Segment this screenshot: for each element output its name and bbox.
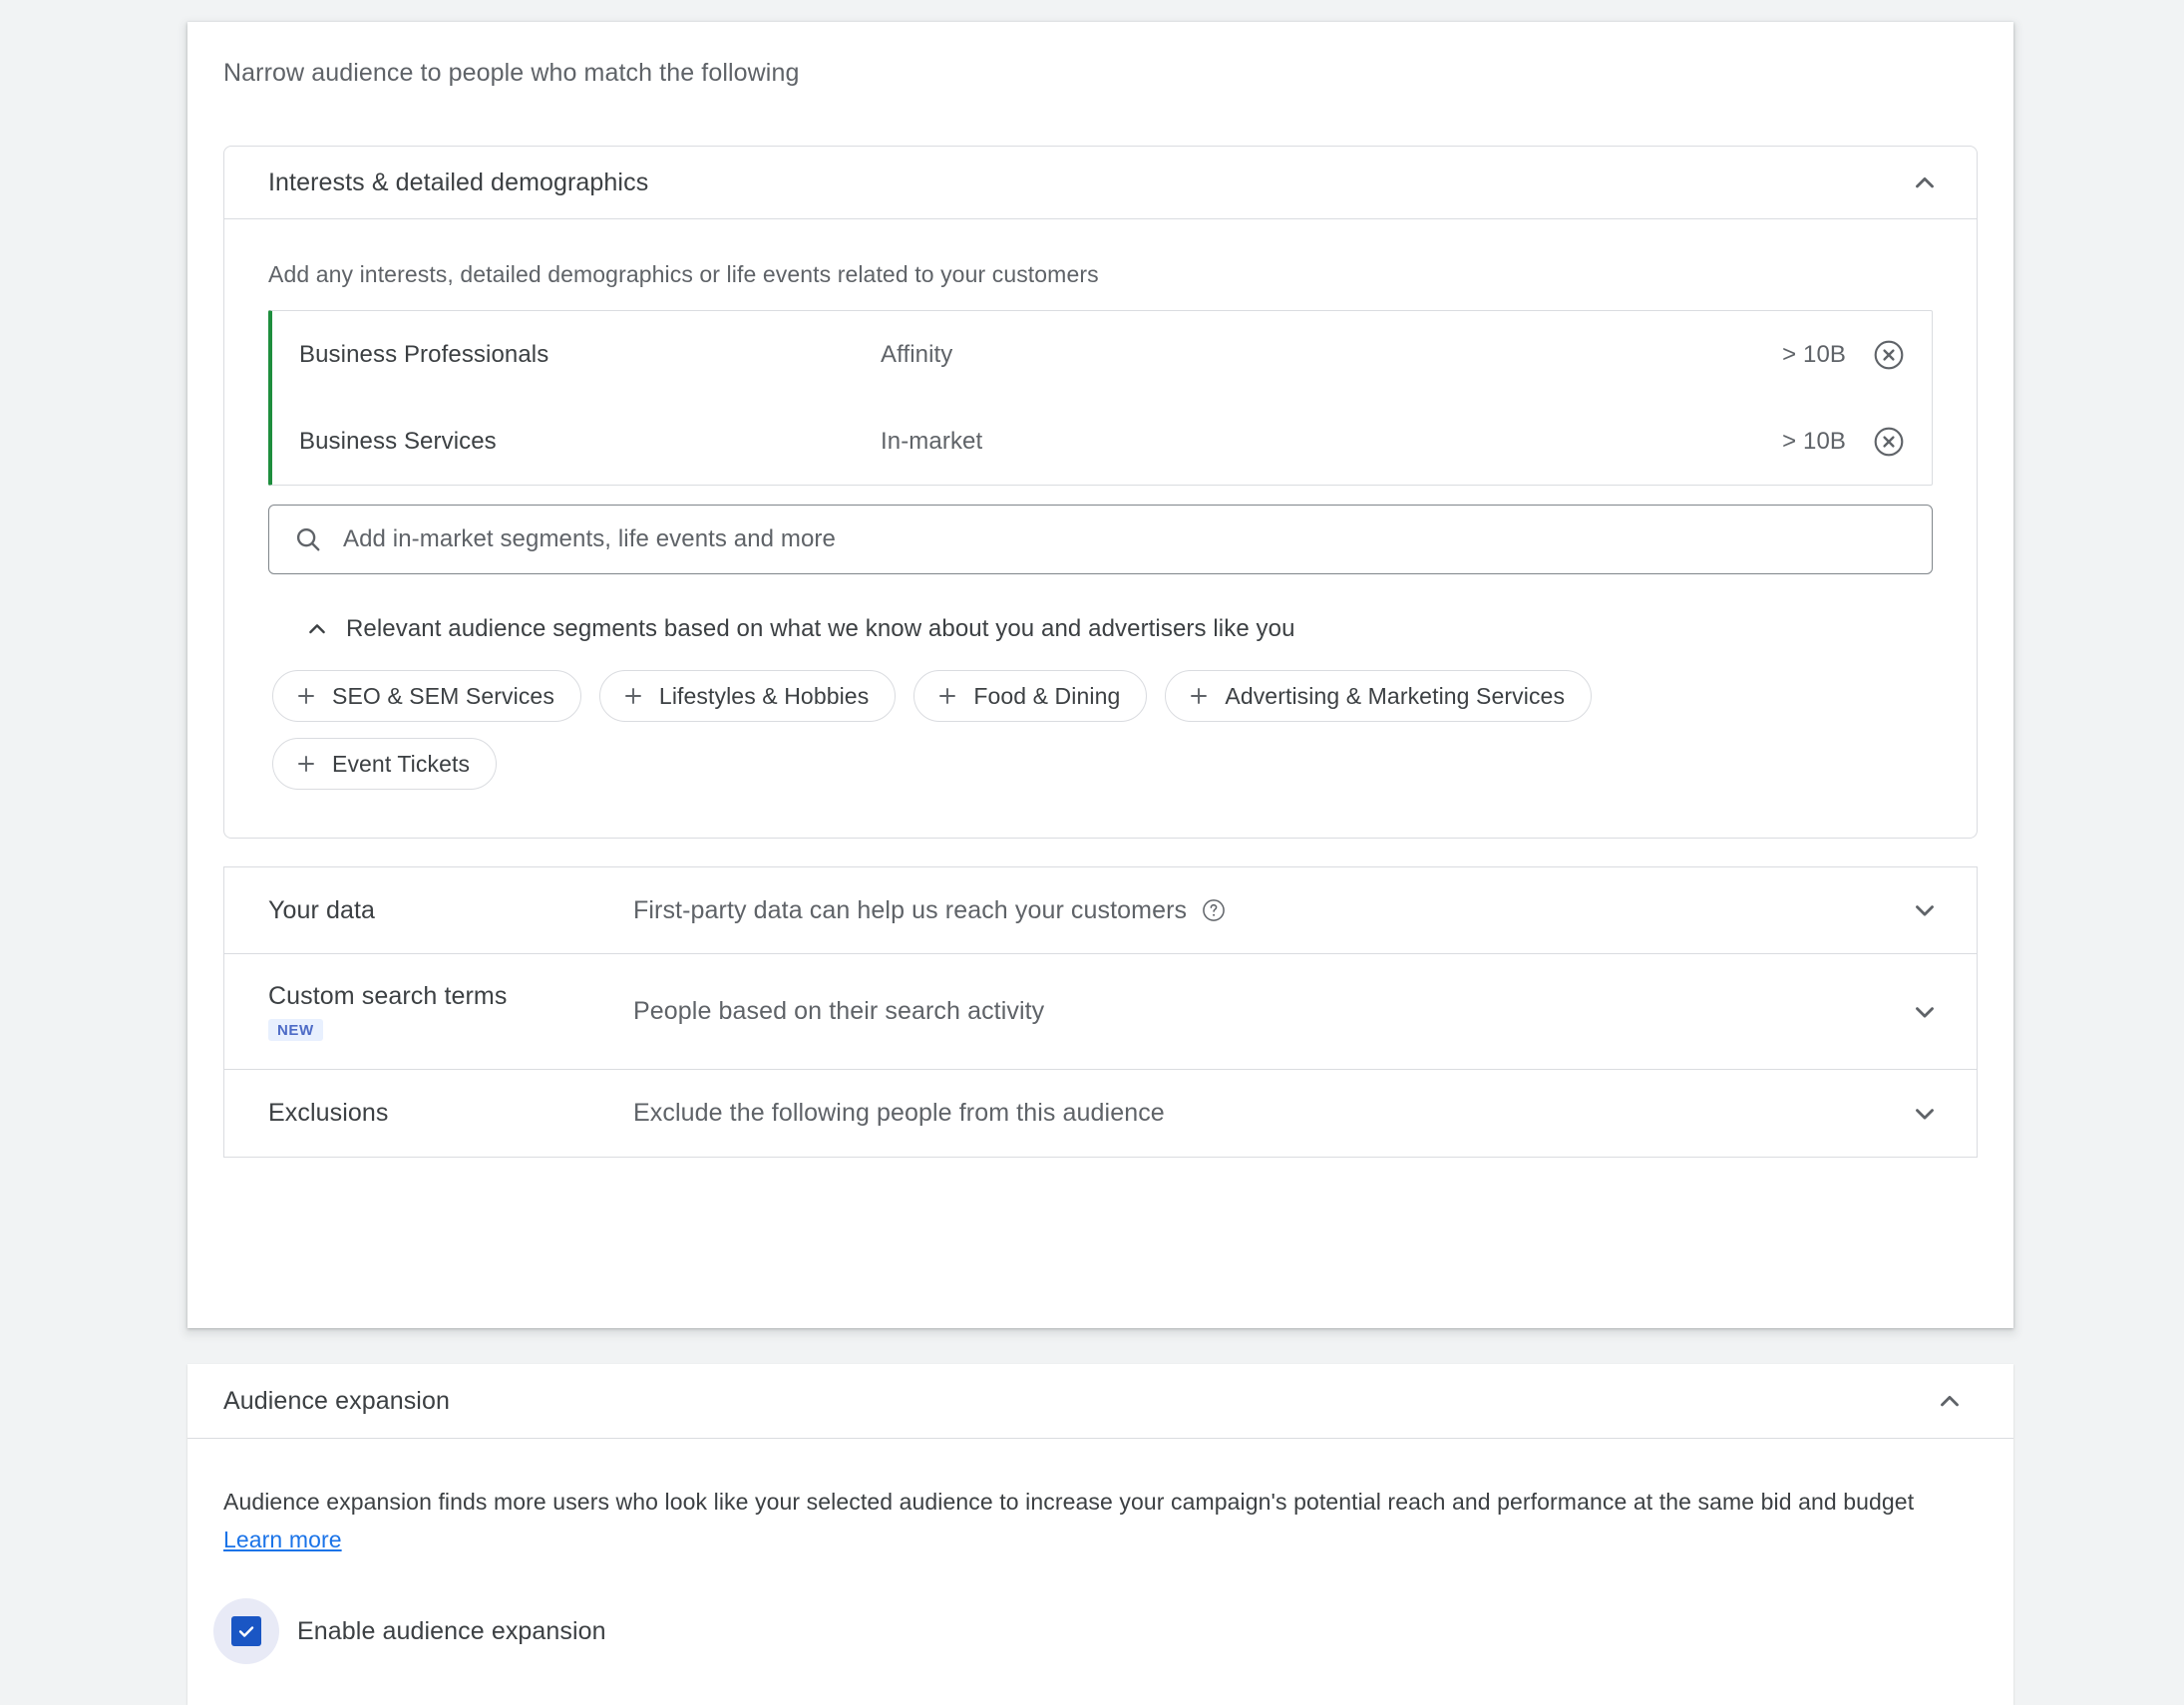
enable-audience-expansion-checkbox[interactable]: [213, 1598, 279, 1664]
checkbox-box: [231, 1616, 261, 1646]
your-data-description: First-party data can help us reach your …: [633, 895, 1188, 924]
table-row[interactable]: Business Professionals Affinity > 10B: [272, 311, 1932, 398]
search-input[interactable]: [341, 524, 1910, 554]
suggestion-chip-label: Event Tickets: [332, 750, 471, 777]
plus-icon: [293, 683, 319, 709]
selected-segments-box: Business Professionals Affinity > 10B Bu…: [268, 310, 1933, 486]
audience-accordion-group: Interests & detailed demographics Add an…: [223, 146, 1978, 1158]
audience-expansion-header[interactable]: Audience expansion: [187, 1364, 2013, 1439]
page-title: Audience expansion: [223, 1386, 450, 1415]
enable-audience-expansion-row[interactable]: Enable audience expansion: [213, 1598, 1978, 1664]
close-circle-icon[interactable]: [1872, 425, 1906, 459]
chevron-up-icon[interactable]: [300, 612, 334, 646]
learn-more-link[interactable]: Learn more: [223, 1527, 342, 1552]
suggestion-chip-label: SEO & SEM Services: [332, 682, 554, 709]
custom-search-terms-description-group: People based on their search activity: [633, 997, 1905, 1026]
suggestion-chip-label: Food & Dining: [973, 682, 1121, 709]
relevant-segments-toggle[interactable]: Relevant audience segments based on what…: [268, 612, 1933, 646]
your-data-title-group: Your data: [268, 896, 633, 925]
status-badge: NEW: [268, 1019, 323, 1041]
chevron-up-icon[interactable]: [1905, 163, 1945, 202]
sidebar-item-your-data[interactable]: Your data First-party data can help us r…: [223, 866, 1978, 954]
exclusions-title-group: Exclusions: [268, 1099, 633, 1128]
segment-name: Business Professionals: [299, 340, 549, 368]
relevant-segments-label: Relevant audience segments based on what…: [346, 615, 1295, 642]
audience-expansion-body: Audience expansion finds more users who …: [187, 1439, 2013, 1664]
interests-panel-body: Add any interests, detailed demographics…: [224, 219, 1977, 838]
enable-audience-expansion-label[interactable]: Enable audience expansion: [297, 1617, 606, 1646]
segment-type: Affinity: [881, 340, 953, 368]
exclusions-title: Exclusions: [268, 1099, 389, 1127]
segment-name: Business Services: [299, 427, 497, 455]
audience-expansion-description: Audience expansion finds more users who …: [223, 1489, 1915, 1515]
help-circle-icon[interactable]: [1201, 897, 1227, 923]
exclusions-description: Exclude the following people from this a…: [633, 1099, 1165, 1127]
audience-expansion-card: Audience expansion Audience expansion fi…: [187, 1364, 2013, 1705]
suggestion-chip[interactable]: Advertising & Marketing Services: [1165, 670, 1593, 722]
your-data-title: Your data: [268, 895, 376, 924]
your-data-description-group: First-party data can help us reach your …: [633, 896, 1905, 925]
suggestion-chip-label: Advertising & Marketing Services: [1225, 682, 1566, 709]
suggestion-chip-label: Lifestyles & Hobbies: [658, 682, 870, 709]
segment-size: > 10B: [1782, 340, 1846, 368]
plus-icon: [1186, 683, 1212, 709]
suggested-segments-chips: SEO & SEM Services Lifestyles & Hobbies: [268, 670, 1744, 790]
custom-search-terms-title-group: Custom search terms NEW: [268, 982, 633, 1041]
suggestion-chip[interactable]: SEO & SEM Services: [272, 670, 581, 722]
chevron-down-icon[interactable]: [1905, 890, 1945, 930]
sidebar-item-custom-search-terms[interactable]: Custom search terms NEW People based on …: [223, 954, 1978, 1070]
sidebar-item-exclusions[interactable]: Exclusions Exclude the following people …: [223, 1070, 1978, 1158]
chevron-up-icon[interactable]: [1930, 1381, 1970, 1421]
narrow-audience-card: Narrow audience to people who match the …: [187, 22, 2013, 1328]
search-icon: [291, 522, 325, 556]
narrow-audience-caption: Narrow audience to people who match the …: [223, 59, 800, 87]
close-circle-icon[interactable]: [1872, 338, 1906, 372]
interests-hint-text: Add any interests, detailed demographics…: [268, 261, 1099, 287]
plus-icon: [934, 683, 960, 709]
suggestion-chip[interactable]: Food & Dining: [913, 670, 1148, 722]
segment-size: > 10B: [1782, 427, 1846, 455]
interests-panel: Interests & detailed demographics Add an…: [223, 146, 1978, 839]
interests-panel-header[interactable]: Interests & detailed demographics: [224, 147, 1977, 218]
collapsed-sections-stack: Your data First-party data can help us r…: [223, 866, 1978, 1158]
chevron-down-icon[interactable]: [1905, 992, 1945, 1032]
audience-expansion-description-block: Audience expansion finds more users who …: [223, 1483, 1978, 1558]
interests-panel-title: Interests & detailed demographics: [268, 168, 649, 196]
segment-search-box[interactable]: [268, 505, 1933, 574]
custom-search-terms-title: Custom search terms: [268, 982, 508, 1010]
suggestion-chip[interactable]: Event Tickets: [272, 738, 498, 790]
plus-icon: [620, 683, 646, 709]
exclusions-description-group: Exclude the following people from this a…: [633, 1099, 1905, 1128]
audience-settings-page: Narrow audience to people who match the …: [0, 0, 2184, 1705]
suggestion-chip[interactable]: Lifestyles & Hobbies: [598, 670, 897, 722]
chevron-down-icon[interactable]: [1905, 1094, 1945, 1134]
plus-icon: [293, 751, 319, 777]
custom-search-terms-description: People based on their search activity: [633, 997, 1045, 1025]
segment-type: In-market: [881, 427, 983, 455]
table-row[interactable]: Business Services In-market > 10B: [272, 398, 1932, 485]
